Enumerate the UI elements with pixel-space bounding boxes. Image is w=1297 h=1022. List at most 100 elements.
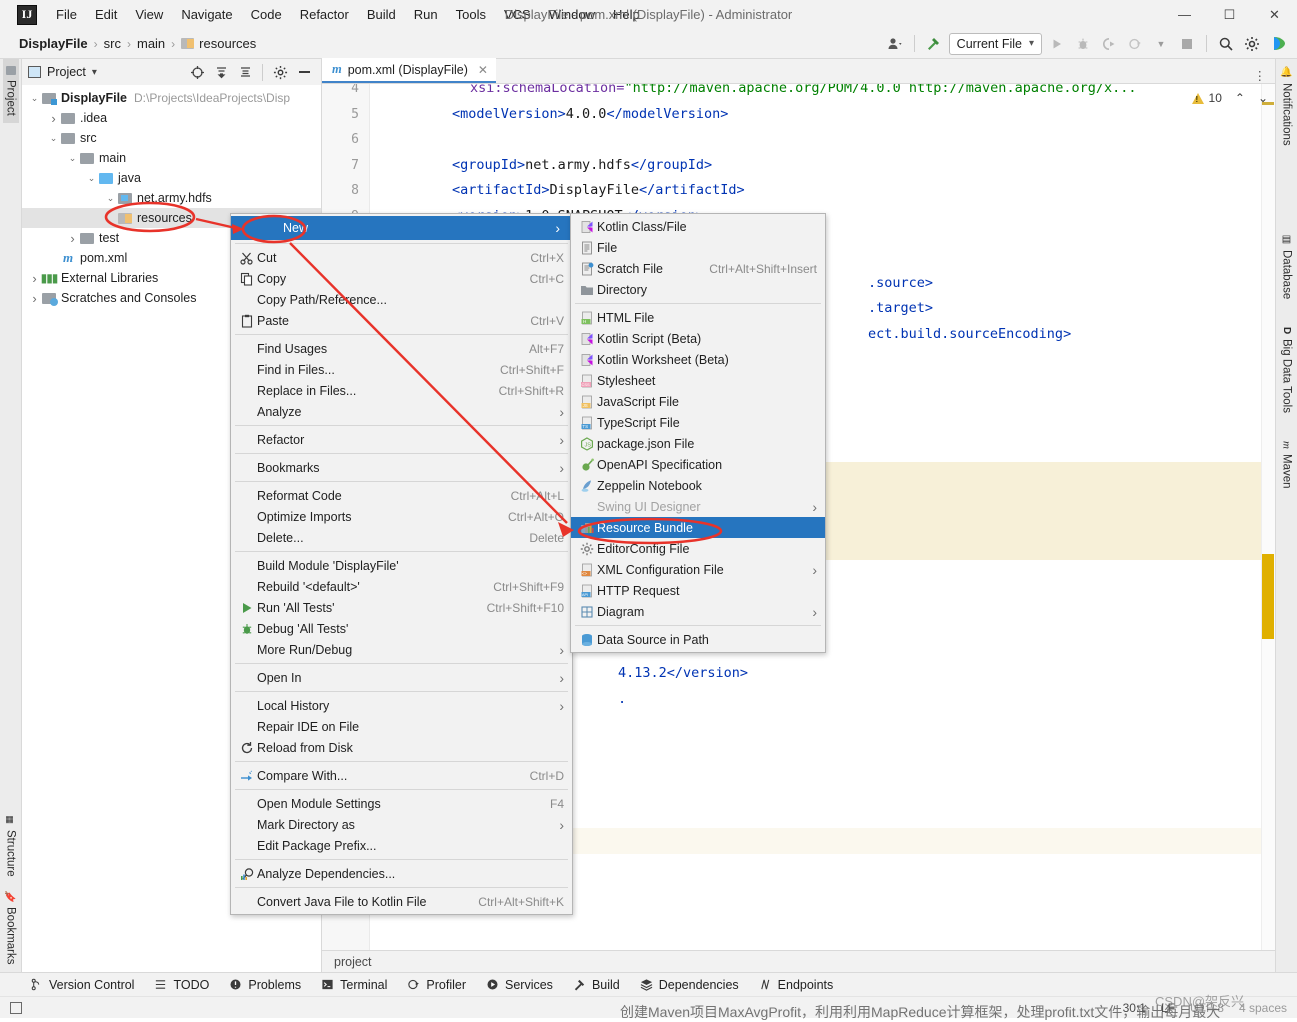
menu-item-mark-directory-as[interactable]: Mark Directory as › (231, 814, 572, 835)
close-button[interactable]: ✕ (1252, 0, 1297, 29)
menu-item-diagram[interactable]: Diagram › (571, 601, 825, 622)
menu-item-cut[interactable]: Cut Ctrl+X (231, 247, 572, 268)
menu-item-local-history[interactable]: Local History › (231, 695, 572, 716)
context-menu[interactable]: New › Cut Ctrl+X Copy Ctrl+C Copy Path/Referen… (230, 213, 573, 915)
ide-feature-trainer-icon[interactable] (1267, 33, 1289, 55)
tree-node-.idea[interactable]: › .idea (22, 108, 321, 128)
menu-item-directory[interactable]: Directory (571, 279, 825, 300)
line-separator[interactable]: LF (1161, 1001, 1175, 1015)
expand-all-icon[interactable] (210, 61, 232, 83)
tree-node-src[interactable]: ⌄ src (22, 128, 321, 148)
menu-item-zeppelin-notebook[interactable]: Zeppelin Notebook (571, 475, 825, 496)
menu-item-reformat-code[interactable]: Reformat Code Ctrl+Alt+L (231, 485, 572, 506)
hide-panel-icon[interactable] (293, 61, 315, 83)
bottom-tool-services[interactable]: Services (486, 978, 553, 992)
menu-help[interactable]: Help (604, 4, 649, 25)
menu-item-edit-package-prefix[interactable]: Edit Package Prefix... (231, 835, 572, 856)
user-account-icon[interactable] (884, 33, 906, 55)
bottom-tool-problems[interactable]: Problems (229, 978, 301, 992)
previous-problem-icon[interactable]: ⌃ (1235, 91, 1245, 105)
menu-item-analyze[interactable]: Analyze › (231, 401, 572, 422)
menu-item-optimize-imports[interactable]: Optimize Imports Ctrl+Alt+O (231, 506, 572, 527)
menu-tools[interactable]: Tools (447, 4, 495, 25)
select-opened-file-icon[interactable] (186, 61, 208, 83)
menu-navigate[interactable]: Navigate (172, 4, 241, 25)
search-icon[interactable] (1215, 33, 1237, 55)
menu-item-repair-ide-on-file[interactable]: Repair IDE on File (231, 716, 572, 737)
menu-item-rebuild-default[interactable]: Rebuild '<default>' Ctrl+Shift+F9 (231, 576, 572, 597)
scrollbar-thumb[interactable] (1262, 554, 1274, 639)
menu-item-copy-path-reference[interactable]: Copy Path/Reference... (231, 289, 572, 310)
menu-item-more-run-debug[interactable]: More Run/Debug › (231, 639, 572, 660)
chevron-down-icon[interactable]: ⌄ (66, 153, 79, 164)
rail-item-maven[interactable]: m Maven (1279, 434, 1295, 495)
menu-item-find-in-files[interactable]: Find in Files... Ctrl+Shift+F (231, 359, 572, 380)
menu-vcs[interactable]: VCS (495, 4, 540, 25)
rail-item-bigdatatools[interactable]: D Big Data Tools (1279, 320, 1295, 420)
menu-item-package-json-file[interactable]: JS package.json File (571, 433, 825, 454)
bottom-tool-build[interactable]: Build (573, 978, 620, 992)
menu-item-xml-configuration-file[interactable]: <> XML Configuration File › (571, 559, 825, 580)
show-tool-windows-icon[interactable] (10, 1001, 22, 1014)
menu-item-data-source-in-path[interactable]: Data Source in Path (571, 629, 825, 650)
tree-node-java[interactable]: ⌄ java (22, 168, 321, 188)
rail-item-notifications[interactable]: 🔔 Notifications (1279, 59, 1295, 153)
menu-item-javascript-file[interactable]: JS JavaScript File (571, 391, 825, 412)
tree-node-net.army.hdfs[interactable]: ⌄ net.army.hdfs (22, 188, 321, 208)
chevron-right-icon[interactable]: › (66, 231, 79, 246)
chevron-down-icon[interactable]: ⌄ (85, 173, 98, 184)
menu-item-html-file[interactable]: H HTML File (571, 307, 825, 328)
menu-item-replace-in-files[interactable]: Replace in Files... Ctrl+Shift+R (231, 380, 572, 401)
menu-window[interactable]: Window (540, 4, 604, 25)
caret-position[interactable]: 30:1 (1123, 1001, 1146, 1015)
menu-item-typescript-file[interactable]: TS TypeScript File (571, 412, 825, 433)
breadcrumb-item-displayfile[interactable]: DisplayFile (19, 36, 88, 51)
chevron-down-icon-2[interactable]: ▼ (1150, 33, 1172, 55)
menu-item-compare-with[interactable]: Compare With... Ctrl+D (231, 765, 572, 786)
breadcrumb-item-resources[interactable]: resources (181, 36, 256, 51)
menu-item-new[interactable]: New › (231, 216, 572, 240)
bottom-tool-terminal[interactable]: Terminal (321, 978, 387, 992)
chevron-down-icon[interactable]: ⌄ (104, 193, 117, 204)
menu-edit[interactable]: Edit (86, 4, 126, 25)
menu-item-resource-bundle[interactable]: Resource Bundle (571, 517, 825, 538)
menu-item-convert-java-file-to-kotlin-file[interactable]: Convert Java File to Kotlin File Ctrl+Alt… (231, 891, 572, 912)
menu-item-paste[interactable]: Paste Ctrl+V (231, 310, 572, 331)
bottom-tool-profiler[interactable]: Profiler (407, 978, 466, 992)
menu-item-open-in[interactable]: Open In › (231, 667, 572, 688)
settings-gear-icon[interactable] (269, 61, 291, 83)
tree-node-main[interactable]: ⌄ main (22, 148, 321, 168)
new-submenu[interactable]: Kotlin Class/File File Scratch File Ctrl+Al… (570, 213, 826, 653)
rail-item-project[interactable]: Project (2, 59, 19, 123)
rail-item-bookmarks[interactable]: 🔖 Bookmarks (3, 883, 19, 972)
menu-item-refactor[interactable]: Refactor › (231, 429, 572, 450)
build-hammer-icon[interactable] (923, 33, 945, 55)
file-encoding[interactable]: UTF-8 (1190, 1001, 1224, 1015)
menu-item-kotlin-worksheet-beta[interactable]: Kotlin Worksheet (Beta) (571, 349, 825, 370)
menu-item-kotlin-script-beta[interactable]: Kotlin Script (Beta) (571, 328, 825, 349)
tab-pom-xml[interactable]: m pom.xml (DisplayFile) ✕ (322, 58, 496, 83)
next-problem-icon[interactable]: ⌄ (1258, 91, 1268, 105)
menu-build[interactable]: Build (358, 4, 405, 25)
chevron-down-icon-project[interactable]: ▾ (92, 67, 97, 78)
chevron-right-icon[interactable]: › (28, 271, 41, 286)
run-icon[interactable] (1046, 33, 1068, 55)
menu-run[interactable]: Run (405, 4, 447, 25)
menu-item-copy[interactable]: Copy Ctrl+C (231, 268, 572, 289)
chevron-down-icon[interactable]: ⌄ (47, 133, 60, 144)
chevron-right-icon[interactable]: › (28, 291, 41, 306)
debug-icon[interactable] (1072, 33, 1094, 55)
bottom-tool-endpoints[interactable]: Endpoints (759, 978, 833, 992)
rail-item-database[interactable]: ▤ Database (1279, 227, 1295, 306)
rail-item-structure[interactable]: ▦ Structure (3, 808, 19, 884)
menu-item-open-module-settings[interactable]: Open Module Settings F4 (231, 793, 572, 814)
breadcrumb-item-main[interactable]: main (137, 36, 165, 51)
menu-item-http-request[interactable]: API HTTP Request (571, 580, 825, 601)
chevron-right-icon[interactable]: › (47, 111, 60, 126)
menu-item-bookmarks[interactable]: Bookmarks › (231, 457, 572, 478)
menu-item-delete[interactable]: Delete... Delete (231, 527, 572, 548)
run-configuration-selector[interactable]: Current File ▾ (948, 32, 1042, 55)
gear-icon[interactable] (1241, 33, 1263, 55)
menu-file[interactable]: File (47, 4, 86, 25)
collapse-all-icon[interactable] (234, 61, 256, 83)
